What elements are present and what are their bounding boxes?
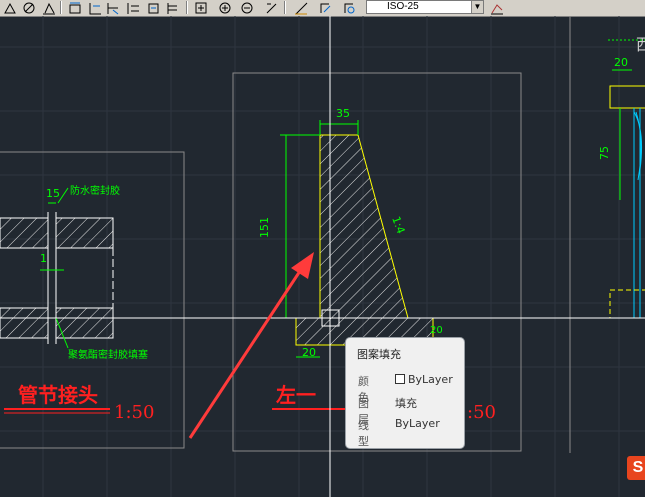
dim-aligned-icon[interactable] — [86, 0, 103, 15]
dim-text-151: 151 — [258, 217, 271, 238]
view-title-right: 西 — [636, 35, 645, 54]
osnap-icon[interactable] — [1, 0, 18, 15]
note-filler: 聚氨酯密封胶填塞 — [68, 348, 148, 361]
dim-ordinate-icon[interactable] — [104, 0, 121, 15]
ortho-icon[interactable] — [20, 0, 37, 15]
dim-text-right-20: 20 — [614, 56, 628, 69]
dim-text-slope: 1:4 — [389, 215, 407, 236]
note-sealant: 防水密封胶 — [70, 184, 120, 197]
right-view[interactable]: 西 20 75 — [598, 35, 645, 319]
tooltip-value: 填充 — [395, 397, 417, 410]
dim-override-icon[interactable] — [340, 0, 357, 15]
dim-text-right: 20 — [430, 325, 443, 336]
dim-style-icon[interactable] — [316, 0, 333, 15]
toolbar-separator — [186, 1, 188, 14]
toolbar-separator — [60, 1, 62, 14]
dim-linear-icon[interactable] — [66, 0, 83, 15]
chevron-down-icon[interactable]: ▼ — [471, 1, 483, 13]
cap-outline — [609, 85, 645, 109]
dim-text-edit-icon[interactable] — [238, 0, 255, 15]
view-scale-left: 1:50 — [114, 402, 154, 423]
watermark-logo: S — [627, 456, 645, 480]
pipe-hatch-lower-right — [55, 307, 114, 339]
dim-edit-icon[interactable] — [216, 0, 233, 15]
view-title-wall: 左一 — [276, 383, 316, 407]
tooltip-key: 线型 — [358, 419, 369, 448]
dim-radius-icon[interactable] — [40, 0, 57, 15]
dim-text-20: 20 — [302, 346, 316, 359]
annotation-arrow — [188, 252, 314, 439]
drawing-canvas[interactable]: 15 防水密封胶 1 聚氨酯密封胶填塞 管节接头 1:50 35 151 1:4… — [0, 16, 645, 497]
layer-icon[interactable] — [488, 0, 505, 15]
view-title-pipe-joint: 管节接头 — [18, 383, 98, 407]
tolerance-icon[interactable] — [164, 0, 181, 15]
tooltip-value-text: ByLayer — [408, 373, 453, 386]
center-mark-icon[interactable] — [192, 0, 209, 15]
tooltip-value: ByLayer — [395, 373, 453, 386]
pipe-hatch-lower-left — [0, 307, 49, 339]
dim-style-dropdown[interactable]: ISO-25 ▼ — [366, 0, 484, 14]
dim-text-1: 1 — [40, 252, 47, 265]
object-property-tooltip: 图案填充 颜色 ByLayer 图层 填充 线型 ByLayer — [345, 337, 465, 449]
watermark-logo-text: S — [632, 459, 644, 476]
toolbar-separator — [284, 1, 286, 14]
dim-style-value: ISO-25 — [387, 1, 419, 12]
tooltip-value: ByLayer — [395, 417, 440, 430]
dim-angular-icon[interactable] — [292, 0, 309, 15]
pipe-hatch-upper-left — [0, 217, 49, 249]
tooltip-title: 图案填充 — [357, 348, 401, 361]
dim-baseline-icon[interactable] — [124, 0, 141, 15]
dimension-toolbar: ISO-25 ▼ — [0, 0, 645, 17]
dim-update-icon[interactable] — [262, 0, 279, 15]
pipe-hatch-upper-right — [55, 217, 114, 249]
dim-continue-icon[interactable] — [144, 0, 161, 15]
dim-text-75: 75 — [598, 146, 611, 160]
color-swatch-icon — [395, 374, 405, 384]
dim-text-15: 15 — [46, 187, 60, 200]
dim-text-35: 35 — [336, 107, 350, 120]
view-scale-middle: :50 — [467, 402, 496, 423]
